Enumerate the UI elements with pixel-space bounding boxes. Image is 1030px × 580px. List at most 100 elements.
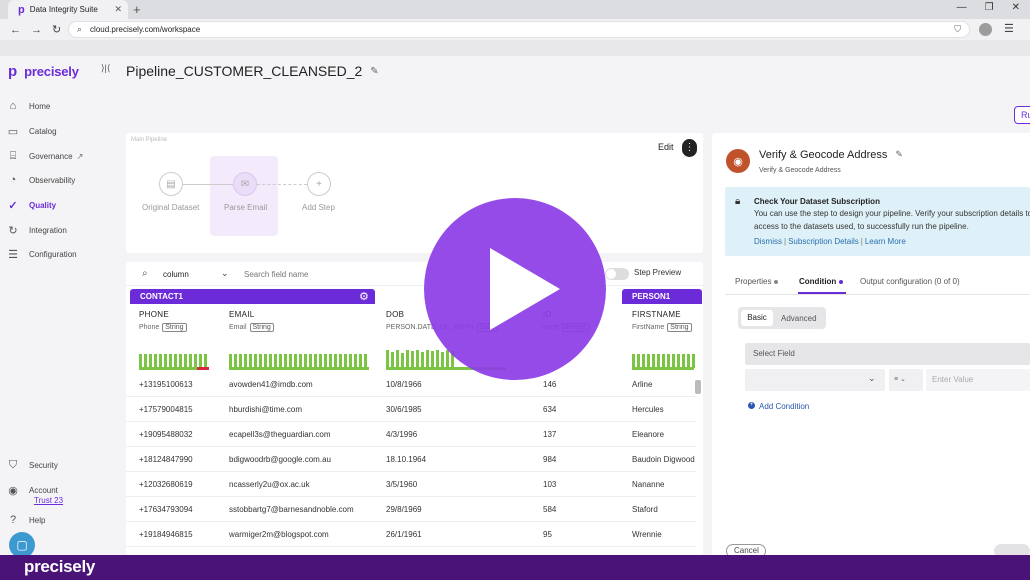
chevron-down-icon[interactable]: ⌄ xyxy=(868,373,876,384)
sidebar-item-governance[interactable]: ⌸ Governance ↗ xyxy=(7,150,84,163)
quality-bar-phone xyxy=(139,367,209,370)
table-row[interactable]: +17579004815 hburdishi@time.com 30/6/198… xyxy=(126,397,696,422)
tab-properties[interactable]: Properties xyxy=(735,277,779,286)
add-condition-button[interactable]: + Add Condition xyxy=(748,402,809,411)
book-icon: ▭ xyxy=(7,126,19,138)
close-window-icon[interactable]: ✕ xyxy=(1012,2,1020,13)
flow-panel-label: Main Pipeline xyxy=(131,137,168,143)
table-scrollbar[interactable] xyxy=(694,340,702,555)
table-row[interactable]: +12032680619 ncasserly2u@ox.ac.uk 3/5/19… xyxy=(126,472,696,497)
minimize-icon[interactable]: — xyxy=(957,2,967,13)
column-header-email[interactable]: EMAIL Email String xyxy=(229,310,274,332)
add-step-icon[interactable]: + xyxy=(307,172,331,196)
step-preview-toggle[interactable] xyxy=(605,268,629,280)
restore-icon[interactable]: ❐ xyxy=(985,2,994,13)
refresh-icon: ↻ xyxy=(8,225,18,237)
cell-firstname: Arline xyxy=(632,380,653,389)
cell-email: ecapell3s@theguardian.com xyxy=(229,430,331,439)
tab-label: Output configuration (0 of 0) xyxy=(860,277,960,286)
run-button[interactable]: Ru xyxy=(1014,106,1030,124)
condition-field-select[interactable] xyxy=(745,369,885,391)
sidebar-item-label: Catalog xyxy=(29,127,57,136)
table-row[interactable]: +17634793094 sstobbartg7@barnesandnoble.… xyxy=(126,497,696,522)
sidebar-item-label: Integration xyxy=(29,226,67,235)
cell-id: 146 xyxy=(543,380,557,389)
advanced-mode-button[interactable]: Advanced xyxy=(781,314,817,323)
tab-label: Condition xyxy=(799,277,837,286)
flow-connector-dashed xyxy=(257,184,307,185)
sidebar-item-catalog[interactable]: ▭ Catalog xyxy=(7,125,57,138)
table-row[interactable]: +18124847990 bdigwoodrb@google.com.au 18… xyxy=(126,447,696,472)
sidebar-item-label: Governance xyxy=(29,152,73,161)
back-arrow-icon[interactable]: ← xyxy=(10,24,21,36)
gear-icon[interactable]: ⚙ xyxy=(359,290,369,303)
edit-label[interactable]: Edit xyxy=(658,142,674,152)
sidebar-item-label: Help xyxy=(29,515,46,525)
cell-dob: 26/1/1961 xyxy=(386,530,422,539)
close-tab-icon[interactable]: ✕ xyxy=(114,4,122,15)
condition-value-input[interactable]: Enter Value xyxy=(926,369,1030,391)
cell-dob: 18.10.1964 xyxy=(386,455,427,464)
address-bar[interactable]: ⌕ cloud.precisely.com/workspace ⛉ xyxy=(68,21,970,38)
step-subtitle: Verify & Geocode Address xyxy=(759,167,841,174)
sidebar-item-help[interactable]: ? Help xyxy=(7,514,46,526)
video-play-button[interactable] xyxy=(424,198,606,380)
collapse-sidebar-icon[interactable]: ⟩|⟨ xyxy=(101,63,110,74)
column-semantic: Email xyxy=(229,324,247,331)
table-row[interactable]: +19095488032 ecapell3s@theguardian.com 4… xyxy=(126,422,696,447)
tab-logo-icon: p xyxy=(18,3,25,16)
sidebar-item-quality[interactable]: ✓ Quality xyxy=(7,199,56,212)
forward-arrow-icon[interactable]: → xyxy=(31,24,42,36)
brand-name: precisely xyxy=(24,64,79,79)
cell-phone: +12032680619 xyxy=(139,480,193,489)
column-header-firstname[interactable]: FIRSTNAME FirstName String xyxy=(632,310,692,332)
cell-firstname: Baudoin Digwood xyxy=(632,455,695,464)
tab-condition[interactable]: Condition xyxy=(799,277,844,286)
search-scope-select[interactable]: column xyxy=(163,270,189,279)
quality-bar-firstname xyxy=(632,367,694,370)
cell-email: ncasserly2u@ox.ac.uk xyxy=(229,480,310,489)
browser-menu-icon[interactable]: ☰ xyxy=(1004,22,1014,35)
tab-output-configuration[interactable]: Output configuration (0 of 0) xyxy=(860,277,960,286)
select-field-dropdown[interactable]: Select Field xyxy=(745,343,1030,365)
table-row[interactable]: +19184946815 warmiger2m@blogspot.com 26/… xyxy=(126,522,696,547)
field-search-input[interactable]: Search field name xyxy=(244,270,308,279)
table-scrollbar-thumb[interactable] xyxy=(695,380,701,394)
check-circle-icon: ✓ xyxy=(8,200,18,212)
reload-icon[interactable]: ↻ xyxy=(52,23,61,36)
condition-operator-select[interactable]: ≡ ⌄ xyxy=(889,369,923,391)
bookmark-icon[interactable]: ⛉ xyxy=(954,24,961,35)
sidebar-item-label: Observability xyxy=(29,175,76,185)
cell-phone: +19184946815 xyxy=(139,530,193,539)
cell-id: 137 xyxy=(543,430,557,439)
sidebar-item-label: Quality xyxy=(29,201,57,210)
more-options-icon[interactable]: ⋮ xyxy=(682,139,697,157)
edit-pencil-icon[interactable]: ✎ xyxy=(370,66,378,77)
basic-mode-button[interactable]: Basic xyxy=(741,310,773,326)
sidebar-item-configuration[interactable]: ☰ Configuration xyxy=(7,248,77,261)
brand-logo[interactable]: p precisely xyxy=(8,63,79,80)
email-node-icon[interactable]: ✉ xyxy=(233,172,257,196)
profile-avatar[interactable] xyxy=(979,23,992,36)
sidebar-item-integration[interactable]: ↻ Integration xyxy=(7,224,67,237)
shield-icon: ⛉ xyxy=(8,459,18,471)
sidebar-item-observability[interactable]: ◔ Observability xyxy=(7,174,76,186)
learn-more-link[interactable]: Learn More xyxy=(865,237,906,246)
subscription-details-link[interactable]: Subscription Details xyxy=(788,237,859,246)
edit-pencil-icon[interactable]: ✎ xyxy=(895,149,903,161)
geocode-step-icon: ◉ xyxy=(726,149,750,173)
account-org-link[interactable]: Trust 23 xyxy=(34,496,63,505)
table-row[interactable]: +13195100613 avowden41@imdb.com 10/8/196… xyxy=(126,372,696,397)
column-name: FIRSTNAME xyxy=(632,310,681,319)
cell-phone: +18124847990 xyxy=(139,455,193,464)
sidebar-item-security[interactable]: ⛉ Security xyxy=(7,459,58,472)
dismiss-link[interactable]: Dismiss xyxy=(754,237,782,246)
chevron-down-icon[interactable]: ⌄ xyxy=(221,268,229,279)
dataset-node-icon[interactable]: ▤ xyxy=(159,172,183,196)
sidebar-item-home[interactable]: ⌂ Home xyxy=(7,100,51,112)
browser-tab[interactable]: p Data Integrity Suite ✕ xyxy=(8,0,128,19)
column-header-phone[interactable]: PHONE Phone String xyxy=(139,310,187,332)
tab-title: Data Integrity Suite xyxy=(29,5,98,14)
new-tab-button[interactable]: + xyxy=(133,2,141,17)
cell-firstname: Nananne xyxy=(632,480,665,489)
